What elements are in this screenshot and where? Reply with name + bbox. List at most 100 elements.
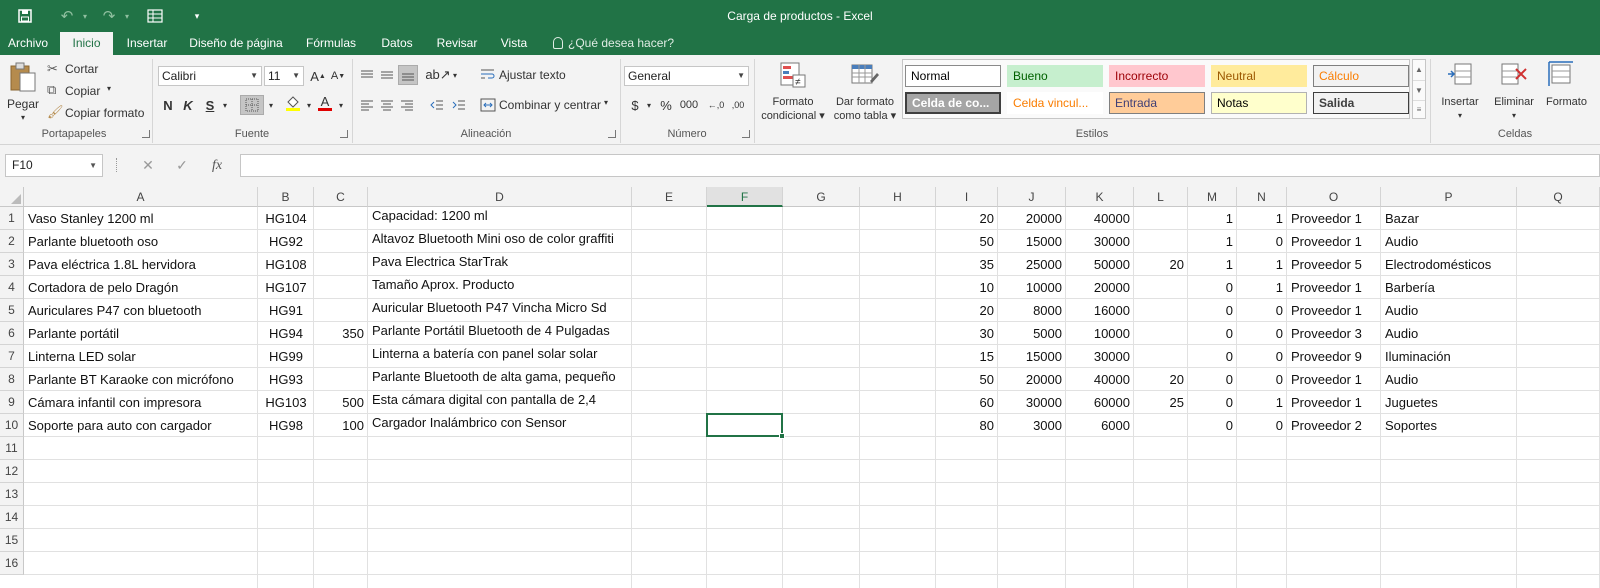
column-header-k[interactable]: K (1066, 187, 1134, 207)
cell-k8[interactable]: 40000 (1066, 368, 1134, 391)
cell-j5[interactable]: 8000 (998, 299, 1066, 322)
column-header-g[interactable]: G (783, 187, 860, 207)
font-launcher-icon[interactable] (340, 130, 348, 138)
delete-dropdown-icon[interactable]: ▾ (1486, 109, 1542, 123)
cell-d7[interactable]: Linterna a batería con panel solar solar (368, 345, 597, 368)
cell-n9[interactable]: 1 (1237, 391, 1287, 414)
cell-l3[interactable]: 20 (1134, 253, 1188, 276)
gallery-more-icon[interactable]: ≡ (1413, 100, 1425, 118)
cell-j3[interactable]: 25000 (998, 253, 1066, 276)
cell-i6[interactable]: 30 (936, 322, 998, 345)
cell-d3[interactable]: Pava Electrica StarTrak (368, 253, 508, 276)
worksheet-grid[interactable]: ABCDEFGHIJKLMNOPQ 1 2 3 4 5 6 7 8 9 10 11 12 13 14 15 1… (0, 187, 1600, 588)
currency-dropdown-icon[interactable]: ▾ (644, 95, 654, 115)
column-header-m[interactable]: M (1188, 187, 1237, 207)
cell-d9[interactable]: Esta cámara digital con pantalla de 2,4 (368, 391, 596, 414)
formula-input[interactable] (240, 154, 1600, 177)
cell-b4[interactable]: HG107 (258, 276, 314, 299)
name-box[interactable]: F10 ▼ (5, 154, 103, 177)
column-header-o[interactable]: O (1287, 187, 1381, 207)
percent-button[interactable]: % (658, 95, 674, 115)
currency-button[interactable]: $ (628, 95, 642, 115)
cell-o7[interactable]: Proveedor 9 (1287, 345, 1381, 368)
gallery-down-icon[interactable]: ▼ (1413, 80, 1425, 100)
cell-b5[interactable]: HG91 (258, 299, 314, 322)
tab-vista[interactable]: Vista (492, 32, 536, 55)
bold-button[interactable]: N (160, 95, 176, 115)
cell-b2[interactable]: HG92 (258, 230, 314, 253)
cell-m1[interactable]: 1 (1188, 207, 1237, 230)
wrap-text-button[interactable]: Ajustar texto (478, 65, 568, 85)
cell-n1[interactable]: 1 (1237, 207, 1287, 230)
cell-m8[interactable]: 0 (1188, 368, 1237, 391)
borders-dropdown-icon[interactable]: ▾ (266, 95, 276, 115)
cell-n7[interactable]: 0 (1237, 345, 1287, 368)
cell-b9[interactable]: HG103 (258, 391, 314, 414)
cell-o4[interactable]: Proveedor 1 (1287, 276, 1381, 299)
cell-i7[interactable]: 15 (936, 345, 998, 368)
alignment-launcher-icon[interactable] (608, 130, 616, 138)
cell-b1[interactable]: HG104 (258, 207, 314, 230)
underline-button[interactable]: S (202, 95, 218, 115)
increase-indent-button[interactable] (450, 95, 468, 115)
column-header-j[interactable]: J (998, 187, 1066, 207)
cell-i10[interactable]: 80 (936, 414, 998, 437)
shrink-font-button[interactable]: A ▼ (330, 66, 346, 86)
delete-cells-button[interactable]: Eliminar ▾ (1486, 59, 1542, 125)
cell-m6[interactable]: 0 (1188, 322, 1237, 345)
cell-m7[interactable]: 0 (1188, 345, 1237, 368)
italic-button[interactable]: K (180, 95, 196, 115)
row-header-6[interactable]: 6 (0, 322, 24, 345)
style-notas[interactable]: Notas (1211, 92, 1307, 114)
number-launcher-icon[interactable] (742, 130, 750, 138)
cell-i8[interactable]: 50 (936, 368, 998, 391)
cell-m4[interactable]: 0 (1188, 276, 1237, 299)
column-header-b[interactable]: B (258, 187, 314, 207)
cell-p2[interactable]: Audio (1381, 230, 1517, 253)
row-header-7[interactable]: 7 (0, 345, 24, 368)
align-right-button[interactable] (398, 95, 416, 115)
column-header-e[interactable]: E (632, 187, 707, 207)
cell-m10[interactable]: 0 (1188, 414, 1237, 437)
row-header-13[interactable]: 13 (0, 483, 24, 506)
row-header-9[interactable]: 9 (0, 391, 24, 414)
row-header-5[interactable]: 5 (0, 299, 24, 322)
cell-j6[interactable]: 5000 (998, 322, 1066, 345)
tab-inicio[interactable]: Inicio (60, 32, 113, 55)
cell-o6[interactable]: Proveedor 3 (1287, 322, 1381, 345)
cell-i5[interactable]: 20 (936, 299, 998, 322)
style-calculo[interactable]: Cálculo (1313, 65, 1409, 87)
cell-i1[interactable]: 20 (936, 207, 998, 230)
font-color-button[interactable]: A (316, 93, 334, 113)
cell-m2[interactable]: 1 (1188, 230, 1237, 253)
style-entrada[interactable]: Entrada (1109, 92, 1205, 114)
cell-m5[interactable]: 0 (1188, 299, 1237, 322)
style-celda-de-comprobacion[interactable]: Celda de co... (905, 92, 1001, 114)
paste-dropdown-icon[interactable]: ▾ (6, 111, 40, 125)
cell-i4[interactable]: 10 (936, 276, 998, 299)
format-painter-button[interactable]: 🖌 Copiar formato (47, 104, 147, 122)
font-name-combo[interactable]: Calibri ▼ (158, 66, 262, 86)
cell-a9[interactable]: Cámara infantil con impresora (24, 391, 258, 414)
cell-a7[interactable]: Linterna LED solar (24, 345, 258, 368)
align-bottom-button[interactable] (398, 65, 418, 85)
enter-formula-button[interactable]: ✓ (170, 154, 194, 177)
row-header-10[interactable]: 10 (0, 414, 24, 437)
cell-o2[interactable]: Proveedor 1 (1287, 230, 1381, 253)
cell-a1[interactable]: Vaso Stanley 1200 ml (24, 207, 258, 230)
cell-n4[interactable]: 1 (1237, 276, 1287, 299)
insert-dropdown-icon[interactable]: ▾ (1434, 109, 1486, 123)
row-header-14[interactable]: 14 (0, 506, 24, 529)
row-header-1[interactable]: 1 (0, 207, 24, 230)
cell-a6[interactable]: Parlante portátil (24, 322, 258, 345)
column-header-h[interactable]: H (860, 187, 936, 207)
cell-n5[interactable]: 0 (1237, 299, 1287, 322)
column-header-i[interactable]: I (936, 187, 998, 207)
cell-p6[interactable]: Audio (1381, 322, 1517, 345)
column-header-f[interactable]: F (707, 187, 783, 207)
cell-i2[interactable]: 50 (936, 230, 998, 253)
cell-d6[interactable]: Parlante Portátil Bluetooth de 4 Pulgada… (368, 322, 610, 345)
cut-button[interactable]: ✂ Cortar (47, 60, 117, 78)
cell-a4[interactable]: Cortadora de pelo Dragón (24, 276, 258, 299)
cell-d8[interactable]: Parlante Bluetooth de alta gama, pequeño (368, 368, 616, 391)
